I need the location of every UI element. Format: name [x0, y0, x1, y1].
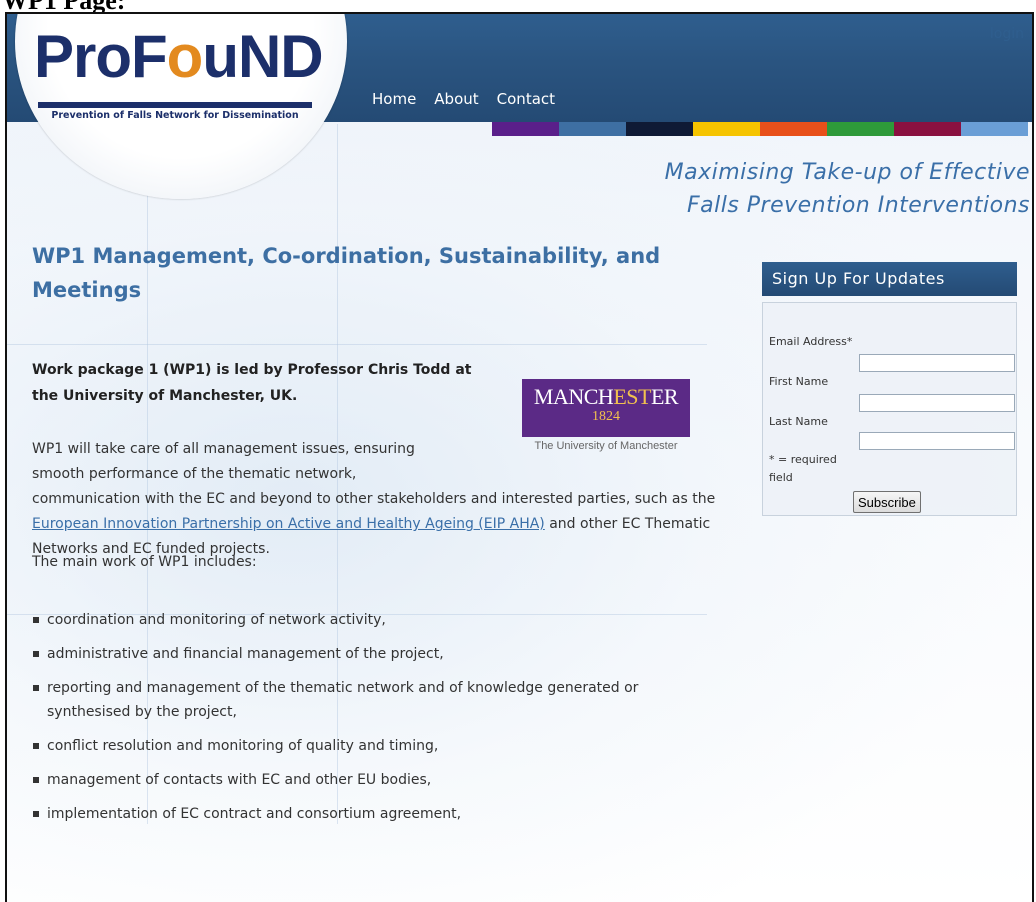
list-item: administrative and financial management …	[32, 642, 722, 666]
email-field[interactable]	[859, 354, 1015, 372]
manchester-year: 1824	[592, 409, 620, 424]
required-note-line: * = required	[769, 453, 837, 466]
description-paragraph: WP1 will take care of all management iss…	[32, 437, 722, 562]
tagline-line: Maximising Take-up of Effective	[664, 160, 1030, 185]
first-name-field[interactable]	[859, 394, 1015, 412]
work-list: coordination and monitoring of network a…	[32, 608, 722, 836]
strip-segment	[894, 122, 961, 136]
logo-bar	[38, 102, 312, 108]
list-item: reporting and management of the thematic…	[32, 676, 657, 724]
manchester-wordmark: MANCHESTER	[522, 379, 690, 409]
nav-home[interactable]: Home	[372, 90, 416, 108]
first-name-label: First Name	[769, 375, 829, 388]
last-name-field[interactable]	[859, 432, 1015, 450]
list-item: coordination and monitoring of network a…	[32, 608, 722, 632]
page-title: WP1 Management, Co-ordination, Sustainab…	[32, 244, 661, 302]
last-name-label: Last Name	[769, 415, 828, 428]
site-frame: login Home About Contact ProFouND Preven…	[5, 12, 1034, 902]
strip-segment	[827, 122, 894, 136]
signup-form: Email Address* First Name Last Name * = …	[762, 302, 1017, 516]
list-item: conflict resolution and monitoring of qu…	[32, 734, 722, 758]
manchester-logo-box: MANCHESTER 1824	[522, 379, 690, 437]
login-link[interactable]: login	[990, 26, 1024, 42]
map-gridline	[7, 344, 707, 345]
logo-wordmark: ProFouND	[34, 22, 324, 92]
para-line: WP1 will take care of all management iss…	[32, 441, 415, 457]
list-item: implementation of EC contract and consor…	[32, 802, 722, 826]
logo-subtitle: Prevention of Falls Network for Dissemin…	[51, 110, 299, 121]
list-intro: The main work of WP1 includes:	[32, 554, 257, 570]
tagline: Maximising Take-up of Effective Falls Pr…	[665, 156, 1030, 222]
strip-segment	[492, 122, 559, 136]
uni-name-part: MANCH	[533, 384, 614, 409]
strip-segment	[760, 122, 827, 136]
strip-segment	[559, 122, 626, 136]
eip-aha-link[interactable]: European Innovation Partnership on Activ…	[32, 516, 545, 532]
uni-name-part: ER	[650, 384, 679, 409]
lead-text: Work package 1 (WP1) is led by Professor…	[32, 362, 472, 404]
strip-segment	[626, 122, 693, 136]
required-note: * = required field	[769, 451, 837, 487]
uni-name-part: EST	[613, 384, 651, 409]
para-line: smooth performance of the thematic netwo…	[32, 466, 357, 482]
required-note-line: field	[769, 471, 793, 484]
color-strip	[492, 122, 1028, 136]
logo-part: o	[166, 23, 204, 90]
logo-part: uND	[202, 23, 323, 90]
nav-contact[interactable]: Contact	[497, 90, 555, 108]
strip-segment	[693, 122, 760, 136]
nav-about[interactable]: About	[434, 90, 478, 108]
para-text: communication with the EC and beyond to …	[32, 491, 716, 507]
signup-widget: Sign Up For Updates Email Address* First…	[762, 262, 1017, 516]
list-item: management of contacts with EC and other…	[32, 768, 722, 792]
subscribe-button[interactable]: Subscribe	[853, 491, 921, 513]
site-logo[interactable]: ProFouND Prevention of Falls Network for…	[34, 22, 324, 128]
tagline-line: Falls Prevention Interventions	[686, 193, 1030, 218]
main-nav: Home About Contact	[372, 90, 573, 108]
signup-heading: Sign Up For Updates	[762, 262, 1017, 296]
logo-part: ProF	[34, 23, 168, 90]
email-label: Email Address*	[769, 335, 853, 348]
main-content: WP1 Management, Co-ordination, Sustainab…	[32, 239, 722, 822]
strip-segment	[961, 122, 1028, 136]
